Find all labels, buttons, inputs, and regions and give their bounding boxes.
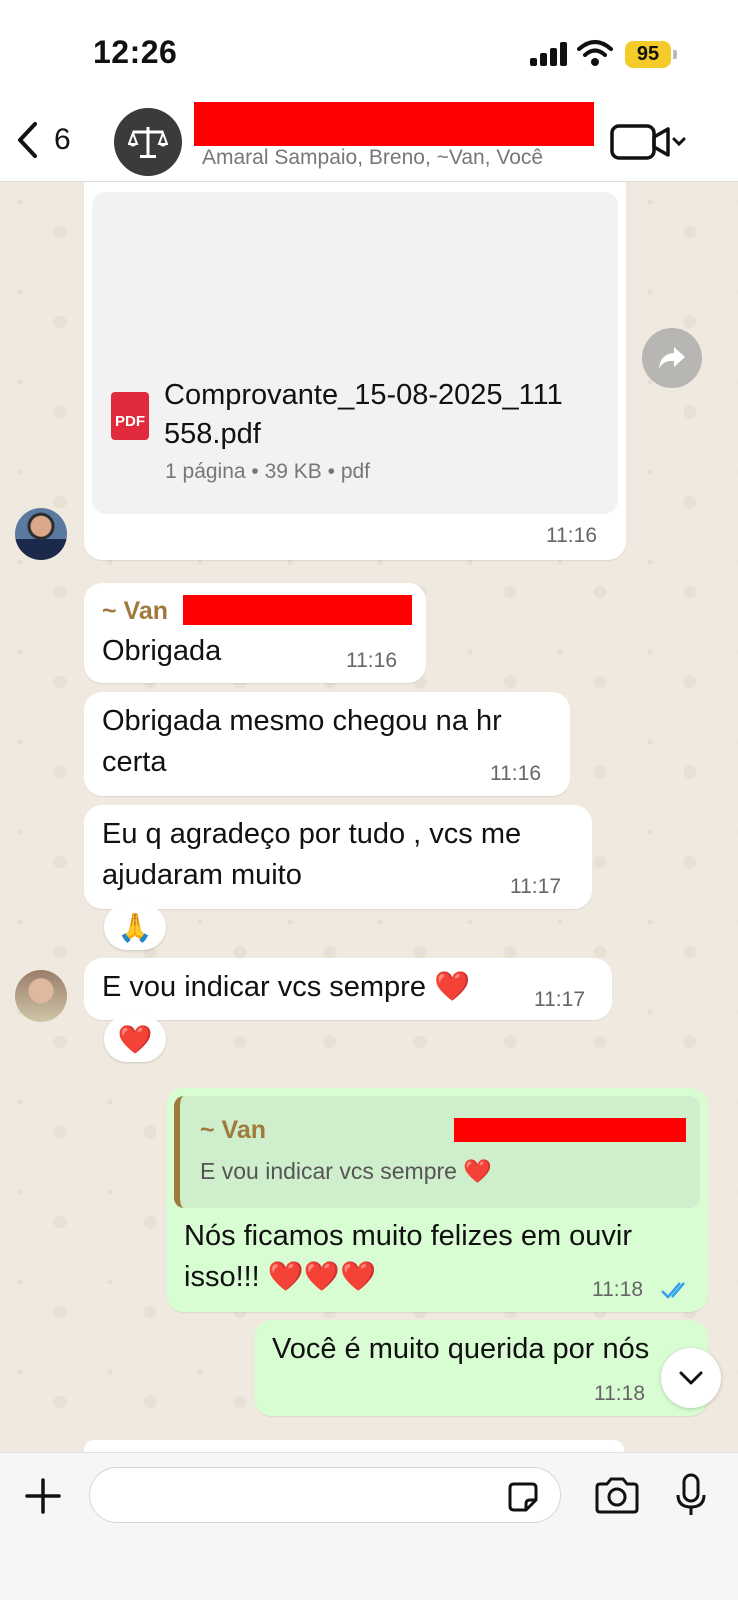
sender-avatar[interactable]: [15, 508, 67, 560]
status-time: 12:26: [93, 34, 178, 70]
message-sender[interactable]: ~ Van: [102, 597, 168, 626]
pdf-icon: PDF: [111, 392, 149, 440]
message-text-line2: ajudaram muito: [102, 859, 302, 891]
reaction-badge[interactable]: 🙏: [104, 904, 166, 950]
battery-indicator: 95: [625, 41, 677, 68]
wifi-icon: [577, 40, 613, 66]
quoted-sender: ~ Van: [200, 1116, 267, 1144]
redacted-sender-phone: [454, 1118, 686, 1142]
sticker-icon[interactable]: [506, 1480, 540, 1514]
message-text-line1: Eu q agradeço por tudo , vcs me: [102, 818, 522, 850]
message-text: Obrigada: [102, 635, 222, 667]
scroll-to-bottom-button[interactable]: [661, 1348, 721, 1408]
incoming-message[interactable]: Obrigada mesmo chegou na hr certa 11:16: [84, 692, 570, 796]
incoming-message[interactable]: E vou indicar vcs sempre ❤️ 11:17: [84, 958, 612, 1020]
message-text-line1: Nós ficamos muito felizes em ouvir: [184, 1220, 633, 1252]
redacted-group-name[interactable]: [194, 102, 594, 146]
quoted-text: E vou indicar vcs sempre ❤️: [200, 1158, 492, 1184]
chat-header: 6 Amaral Sampaio, Breno, ~Van, Você: [0, 100, 738, 182]
message-text-line1: Obrigada mesmo chegou na hr: [102, 705, 502, 737]
message-time: 11:17: [510, 875, 561, 898]
forward-icon: [659, 347, 685, 369]
unread-count: 6: [54, 123, 71, 156]
reaction-badge[interactable]: ❤️: [104, 1016, 166, 1062]
quoted-message[interactable]: ~ Van E vou indicar vcs sempre ❤️: [174, 1096, 700, 1208]
outgoing-message[interactable]: ~ Van E vou indicar vcs sempre ❤️ Nós fi…: [166, 1088, 708, 1312]
message-text-line2: isso!!! ❤️❤️❤️: [184, 1261, 377, 1293]
microphone-icon[interactable]: [674, 1473, 708, 1519]
chat-screen: 12:26 95 6 Amaral Sampaio, Breno, ~Van, …: [0, 0, 738, 1600]
message-text: Obrigada mesmo chegou na hr certa: [102, 701, 502, 783]
document-message[interactable]: PDF Comprovante_15-08-2025_111 558.pdf 1…: [84, 182, 626, 560]
incoming-message[interactable]: ~ Van Obrigada 11:16: [84, 583, 426, 683]
message-time: 11:18: [594, 1382, 645, 1405]
chevron-down-icon: [679, 1371, 703, 1385]
document-meta: 1 página • 39 KB • pdf: [165, 460, 371, 483]
message-text: Eu q agradeço por tudo , vcs me ajudaram…: [102, 814, 521, 896]
composer-bar: [0, 1452, 738, 1600]
sender-avatar[interactable]: [15, 970, 67, 1022]
message-time: 11:17: [534, 988, 585, 1011]
message-time: 11:16: [546, 524, 597, 547]
message-text: E vou indicar vcs sempre ❤️: [102, 971, 471, 1003]
cellular-signal-icon: [530, 42, 568, 66]
forward-button[interactable]: [642, 328, 702, 388]
message-time: 11:16: [490, 762, 541, 785]
chevron-left-icon: [18, 122, 37, 158]
read-check-icon: [661, 1282, 685, 1299]
document-file-name[interactable]: Comprovante_15-08-2025_111 558.pdf: [164, 376, 563, 454]
message-input[interactable]: [89, 1467, 561, 1523]
message-time: 11:18: [592, 1278, 643, 1301]
message-time: 11:16: [346, 649, 397, 672]
video-call-icon[interactable]: [610, 122, 686, 162]
status-bar: 12:26 95: [0, 0, 738, 100]
message-text-line2: certa: [102, 746, 167, 778]
plus-icon[interactable]: [24, 1477, 62, 1515]
redacted-sender-phone: [183, 595, 412, 625]
document-file-name-line1: Comprovante_15-08-2025_111: [164, 379, 563, 411]
group-avatar[interactable]: [114, 108, 182, 176]
outgoing-message[interactable]: Você é muito querida por nós 11:18: [254, 1320, 708, 1416]
message-text: Você é muito querida por nós: [272, 1333, 650, 1365]
camera-icon[interactable]: [594, 1477, 640, 1515]
scales-icon: [128, 127, 168, 158]
incoming-message[interactable]: Eu q agradeço por tudo , vcs me ajudaram…: [84, 805, 592, 909]
back-button[interactable]: 6: [16, 118, 76, 162]
group-members[interactable]: Amaral Sampaio, Breno, ~Van, Você: [202, 146, 543, 170]
message-text: Nós ficamos muito felizes em ouvir isso!…: [184, 1216, 632, 1298]
document-file-name-line2: 558.pdf: [164, 418, 261, 450]
